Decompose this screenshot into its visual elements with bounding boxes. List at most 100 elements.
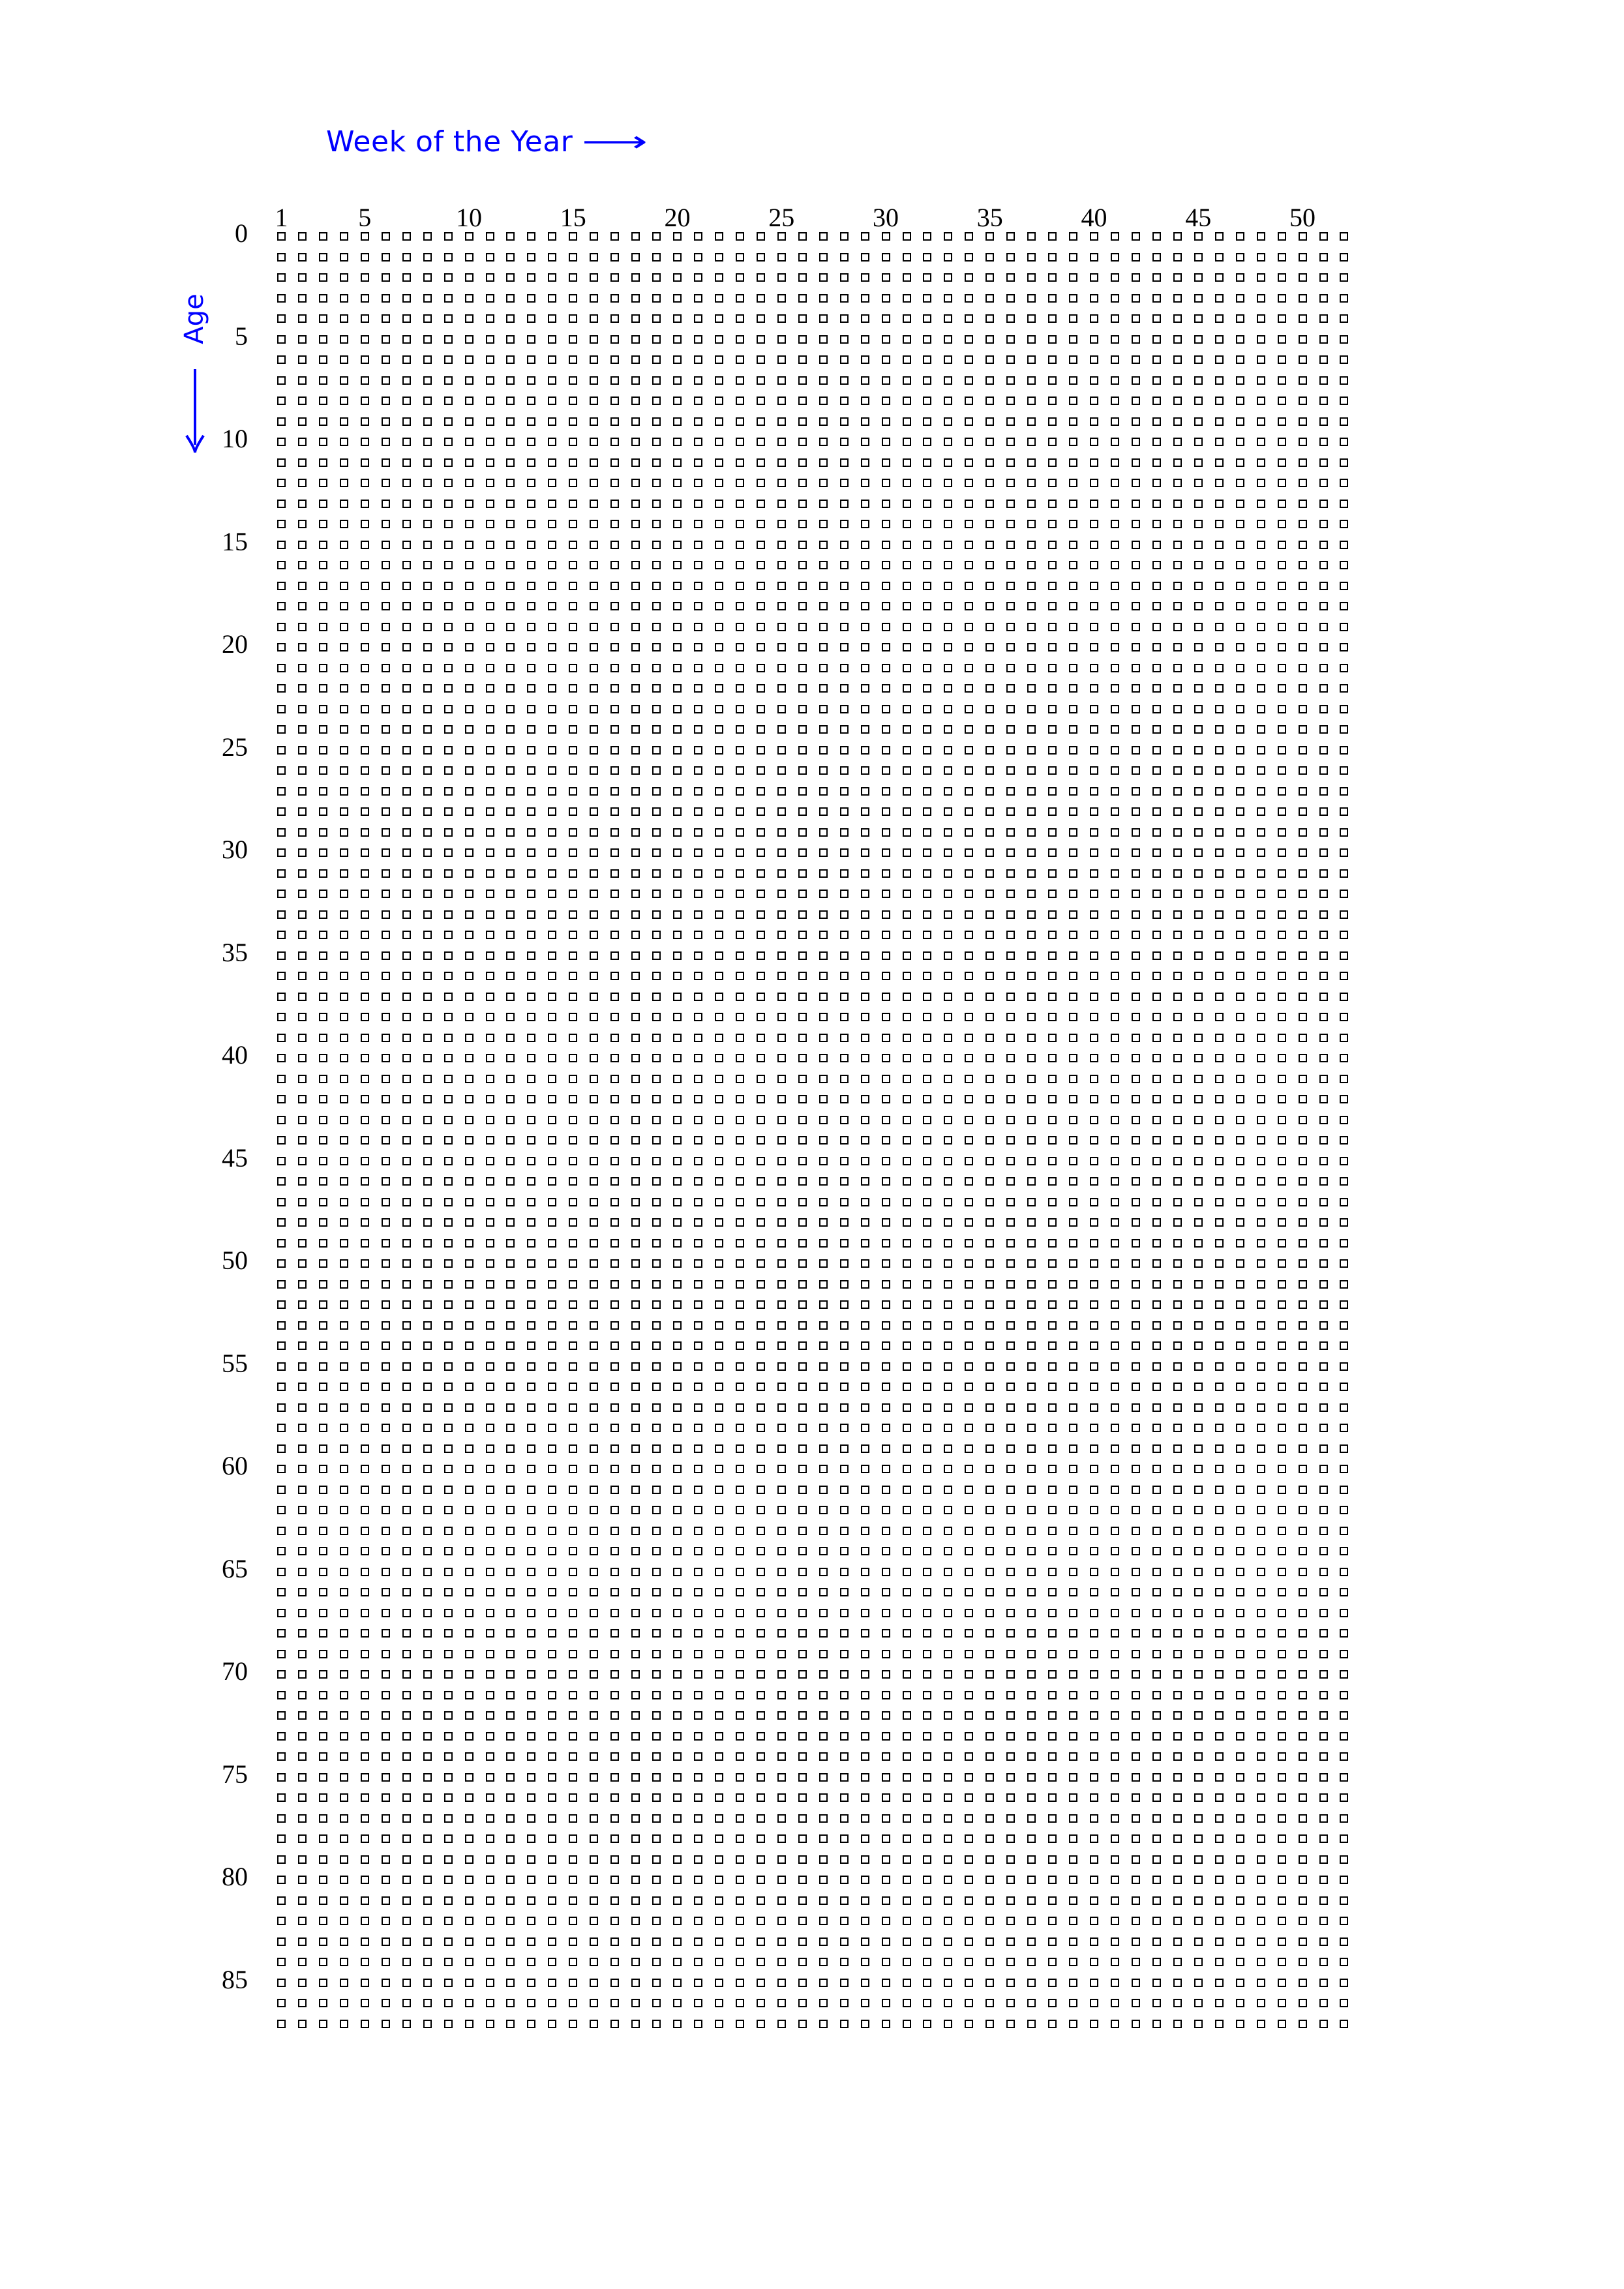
week-cell bbox=[714, 1752, 723, 1761]
week-cell bbox=[777, 581, 786, 590]
week-cell bbox=[1298, 252, 1307, 262]
week-cell bbox=[1319, 1033, 1328, 1042]
week-cell bbox=[569, 581, 578, 590]
week-cell bbox=[985, 684, 995, 693]
week-cell bbox=[444, 1937, 453, 1946]
week-cell bbox=[1319, 396, 1328, 405]
week-cell bbox=[318, 458, 327, 467]
week-cell bbox=[527, 1999, 536, 2007]
week-cell bbox=[1319, 684, 1328, 693]
week-cell bbox=[1256, 1834, 1265, 1843]
week-cell bbox=[631, 376, 640, 385]
week-cell bbox=[277, 1095, 286, 1103]
week-cell bbox=[1194, 1567, 1203, 1576]
week-cell bbox=[1340, 581, 1349, 590]
week-cell bbox=[1131, 1588, 1140, 1596]
week-cell bbox=[569, 1978, 578, 1987]
week-cell bbox=[590, 1690, 599, 1699]
week-cell bbox=[548, 1136, 557, 1144]
week-cell bbox=[318, 1383, 327, 1391]
week-cell bbox=[548, 786, 557, 796]
week-cell bbox=[610, 1115, 620, 1124]
week-cell bbox=[1235, 890, 1244, 898]
week-cell bbox=[839, 252, 849, 262]
week-cell bbox=[402, 1731, 411, 1741]
week-cell bbox=[694, 1177, 702, 1186]
week-cell bbox=[381, 561, 390, 569]
week-cell bbox=[506, 643, 515, 651]
week-cell bbox=[756, 1218, 765, 1227]
week-cell bbox=[318, 479, 327, 487]
week-cell bbox=[1214, 520, 1224, 528]
week-cell bbox=[1173, 355, 1182, 364]
week-cell bbox=[839, 314, 849, 323]
week-cell bbox=[798, 1095, 807, 1103]
week-cell bbox=[1235, 1259, 1244, 1268]
week-cell bbox=[1152, 1013, 1161, 1021]
week-cell bbox=[1111, 848, 1119, 857]
week-cell bbox=[360, 499, 369, 508]
week-cell bbox=[756, 1444, 765, 1453]
week-cell bbox=[860, 1896, 869, 1905]
week-cell bbox=[1340, 828, 1349, 837]
week-cell bbox=[798, 293, 807, 303]
week-cell bbox=[1131, 438, 1140, 446]
week-cell bbox=[735, 931, 744, 939]
week-cell bbox=[860, 1937, 869, 1946]
week-cell bbox=[277, 745, 286, 755]
week-cell bbox=[777, 1978, 786, 1987]
week-cell bbox=[714, 232, 723, 241]
week-cell bbox=[1194, 293, 1203, 303]
week-cell bbox=[860, 786, 869, 796]
week-cell bbox=[318, 1608, 327, 1617]
x-tick-label: 50 bbox=[1289, 203, 1316, 232]
week-cell bbox=[985, 1033, 995, 1042]
week-cell bbox=[839, 684, 849, 693]
week-cell bbox=[694, 479, 702, 487]
week-cell bbox=[985, 1896, 995, 1905]
week-cell bbox=[673, 1136, 682, 1144]
week-cell bbox=[1319, 1156, 1328, 1165]
week-cell bbox=[965, 1814, 974, 1823]
week-cell bbox=[485, 252, 494, 262]
week-cell bbox=[631, 335, 640, 344]
week-cell bbox=[1006, 458, 1015, 467]
week-cell bbox=[527, 1690, 536, 1699]
week-cell bbox=[860, 1156, 869, 1165]
x-axis-title-text: Week of the Year bbox=[326, 125, 573, 158]
week-cell bbox=[1027, 1259, 1036, 1268]
week-cell bbox=[881, 684, 890, 693]
week-cell bbox=[485, 1670, 494, 1679]
week-cell bbox=[444, 1814, 453, 1823]
week-cell bbox=[569, 1341, 578, 1350]
week-cell bbox=[610, 499, 620, 508]
week-cell bbox=[1048, 396, 1057, 405]
week-cell bbox=[360, 1485, 369, 1494]
week-cell bbox=[1006, 1690, 1015, 1699]
week-cell bbox=[1256, 1177, 1265, 1186]
week-cell bbox=[631, 1506, 640, 1514]
week-cell bbox=[423, 1197, 432, 1206]
week-cell bbox=[1173, 335, 1182, 344]
week-cell bbox=[673, 273, 682, 282]
week-cell bbox=[1340, 293, 1349, 303]
week-cell bbox=[965, 252, 974, 262]
week-cell bbox=[1069, 561, 1078, 569]
week-cell bbox=[1256, 1300, 1265, 1309]
week-cell bbox=[694, 1752, 702, 1761]
week-cell bbox=[527, 1300, 536, 1309]
week-cell bbox=[1214, 766, 1224, 775]
week-cell bbox=[444, 1156, 453, 1165]
week-cell bbox=[590, 438, 599, 446]
week-cell bbox=[381, 1670, 390, 1679]
week-cell bbox=[318, 1526, 327, 1535]
week-cell bbox=[423, 1670, 432, 1679]
week-cell bbox=[590, 1752, 599, 1761]
week-cell bbox=[590, 828, 599, 837]
week-cell bbox=[1340, 1383, 1349, 1391]
week-cell bbox=[1340, 376, 1349, 385]
week-cell bbox=[1277, 1855, 1286, 1864]
week-cell bbox=[1006, 1341, 1015, 1350]
week-cell bbox=[902, 1362, 911, 1371]
week-cell bbox=[1298, 1156, 1307, 1165]
